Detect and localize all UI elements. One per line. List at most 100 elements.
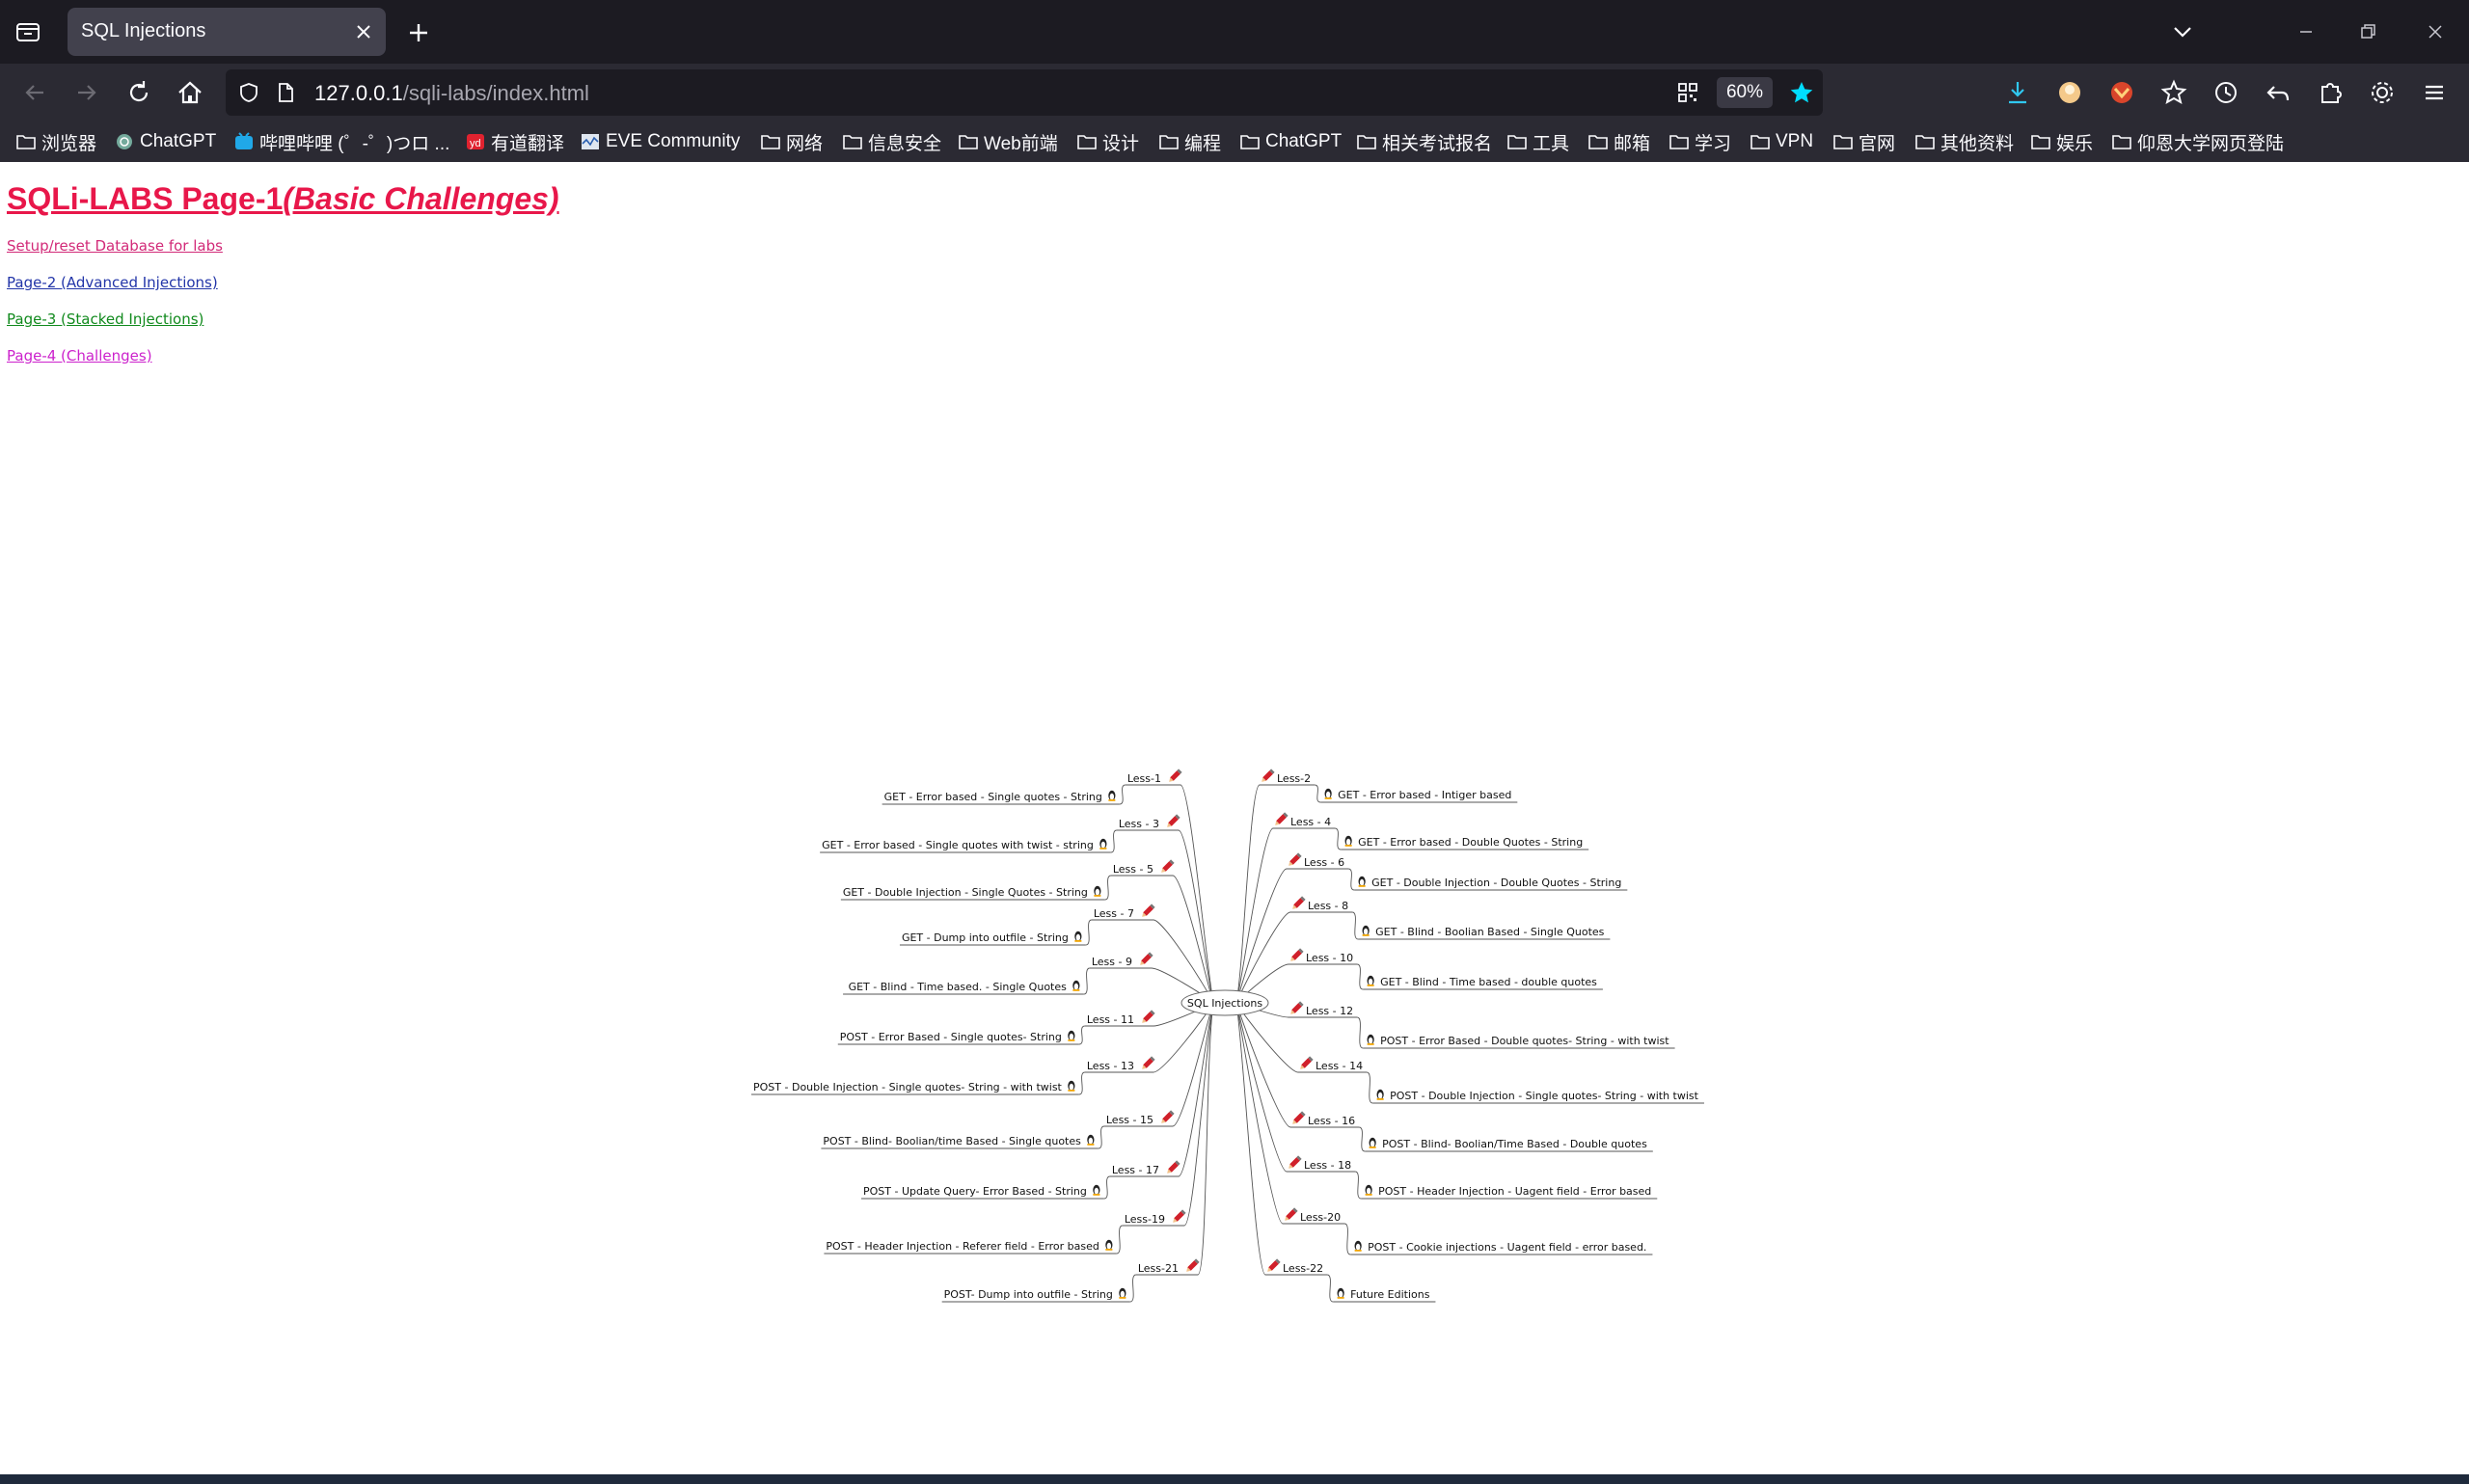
- challenge-title: POST - Update Query- Error Based - Strin…: [863, 1185, 1087, 1198]
- bookmark-item[interactable]: yd 有道翻译: [465, 129, 564, 154]
- challenge-title: POST - Error Based - Double quotes- Stri…: [1380, 1035, 1669, 1047]
- pencil-icon: [1140, 952, 1153, 965]
- extensions-puzzle-icon[interactable]: [2315, 77, 2346, 108]
- history-icon[interactable]: [2211, 77, 2241, 108]
- bookmark-item[interactable]: ChatGPT: [114, 129, 216, 154]
- favorites-icon[interactable]: [2158, 77, 2189, 108]
- close-icon[interactable]: [353, 21, 374, 42]
- bookmark-item[interactable]: 娱乐: [2030, 129, 2093, 154]
- penguin-icon: [1365, 1184, 1372, 1196]
- penguin-icon: [1376, 1089, 1384, 1100]
- sql-injections-mindmap: Less-1 GET - Error based - Single quotes …: [751, 769, 1704, 1303]
- lesson-label: Less - 18: [1304, 1159, 1351, 1172]
- penguin-icon: [1367, 975, 1374, 986]
- window-close-icon[interactable]: [2421, 17, 2450, 46]
- page-title-main: SQLi-LABS Page-1: [7, 181, 284, 216]
- penguin-icon: [1099, 838, 1107, 850]
- challenge-title: GET - Blind - Time based - double quotes: [1380, 976, 1597, 988]
- challenge-title: GET - Error based - Intiger based: [1338, 789, 1511, 801]
- bookmark-item[interactable]: 设计: [1076, 129, 1139, 154]
- bookmark-item[interactable]: ChatGPT: [1239, 129, 1342, 154]
- folder-icon: [1240, 135, 1260, 149]
- pencil-icon: [1161, 859, 1175, 873]
- lesson-label: Less - 4: [1290, 816, 1331, 828]
- challenge-title: POST - Double Injection - Single quotes-…: [1390, 1090, 1699, 1102]
- folder-icon: [1915, 135, 1935, 149]
- youdao-icon: yd: [467, 134, 484, 149]
- folder-icon: [1669, 135, 1689, 149]
- bookmark-item[interactable]: 编程: [1158, 129, 1221, 154]
- challenge-title: GET - Error based - Single quotes - Stri…: [884, 791, 1102, 803]
- mindmap-connector: [1235, 1002, 1284, 1225]
- mindmap-connector: [1366, 1071, 1373, 1104]
- menu-icon[interactable]: [2419, 77, 2450, 108]
- mindmap-connector: [1356, 963, 1364, 990]
- navigation-toolbar: 127.0.0.1/sqli-labs/index.html 60%: [0, 64, 2469, 121]
- page-2-link[interactable]: Page-2 (Advanced Injections): [7, 274, 218, 291]
- svg-text:yd: yd: [470, 138, 481, 149]
- qr-code-icon[interactable]: [1676, 81, 1699, 104]
- settings-gear-icon[interactable]: [2367, 77, 2398, 108]
- url-text[interactable]: 127.0.0.1/sqli-labs/index.html: [314, 81, 589, 106]
- bookmark-label: 仰恩大学网页登陆: [2137, 133, 2285, 154]
- bookmark-item[interactable]: 信息安全: [842, 129, 941, 154]
- restore-icon[interactable]: [2353, 17, 2382, 46]
- bookmark-item[interactable]: 其他资料: [1914, 129, 2014, 154]
- challenge-title: POST - Header Injection - Referer field …: [826, 1240, 1099, 1253]
- bookmark-item[interactable]: 浏览器: [15, 129, 96, 154]
- bookmark-item[interactable]: 哔哩哔哩 (゜-゜)つロ ...: [233, 129, 449, 154]
- mindmap-connector: [1078, 1071, 1086, 1095]
- bookmark-label: 邮箱: [1614, 133, 1651, 154]
- zoom-level-badge[interactable]: 60%: [1717, 77, 1773, 108]
- bookmark-item[interactable]: 仰恩大学网页登陆: [2111, 129, 2284, 154]
- bookmark-item[interactable]: 邮箱: [1587, 129, 1650, 154]
- mindmap-connector: [1078, 1025, 1086, 1045]
- bookmark-item[interactable]: 工具: [1506, 129, 1569, 154]
- page-content: Less-1 GET - Error based - Single quotes …: [0, 162, 2469, 1474]
- tab-sql-injections[interactable]: SQL Injections: [68, 8, 386, 56]
- url-host: 127.0.0.1: [314, 81, 403, 105]
- bookmark-label: 网络: [786, 133, 824, 154]
- bookmark-label: 相关考试报名: [1382, 133, 1493, 154]
- bookmark-label: 信息安全: [868, 133, 942, 154]
- mindmap-connector: [1172, 875, 1214, 1004]
- home-icon[interactable]: [175, 77, 205, 108]
- penguin-icon: [1119, 1287, 1126, 1299]
- address-bar[interactable]: 127.0.0.1/sqli-labs/index.html 60%: [226, 69, 1823, 116]
- bookmark-item[interactable]: VPN: [1750, 129, 1813, 154]
- folder-icon: [2031, 135, 2050, 149]
- page-4-link[interactable]: Page-4 (Challenges): [7, 347, 152, 364]
- shield-icon[interactable]: [237, 81, 260, 104]
- mindmap-connector: [1129, 1274, 1137, 1303]
- bookmark-item[interactable]: 网络: [760, 129, 823, 154]
- setup-reset-database-link[interactable]: Setup/reset Database for labs: [7, 237, 223, 255]
- pencil-icon: [1167, 1160, 1180, 1174]
- pencil-icon: [1142, 1010, 1155, 1023]
- forward-icon[interactable]: [71, 77, 102, 108]
- tab-list-icon[interactable]: [14, 17, 42, 46]
- pencil-icon: [1292, 1111, 1306, 1124]
- undo-icon[interactable]: [2263, 77, 2293, 108]
- download-icon[interactable]: [2002, 77, 2033, 108]
- bookmark-label: Web前端: [984, 133, 1058, 154]
- challenge-title: GET - Double Injection - Double Quotes -…: [1371, 877, 1621, 889]
- lesson-label: Less-2: [1277, 772, 1311, 785]
- penguin-icon: [1105, 1239, 1113, 1251]
- extension-fox-icon[interactable]: [2106, 77, 2137, 108]
- bookmark-item[interactable]: EVE Community: [580, 129, 740, 154]
- reload-icon[interactable]: [123, 77, 154, 108]
- page-3-link[interactable]: Page-3 (Stacked Injections): [7, 310, 203, 328]
- chevron-down-icon[interactable]: [2170, 19, 2195, 44]
- bookmark-item[interactable]: Web前端: [958, 129, 1058, 154]
- bookmark-item[interactable]: 官网: [1832, 129, 1895, 154]
- mindmap-connector: [1235, 827, 1274, 1004]
- bookmark-item[interactable]: 相关考试报名: [1356, 129, 1492, 154]
- new-tab-icon[interactable]: [405, 19, 432, 46]
- bookmark-star-icon[interactable]: [1788, 79, 1815, 106]
- extension-avatar-icon[interactable]: [2054, 77, 2085, 108]
- back-icon[interactable]: [19, 77, 50, 108]
- bookmark-item[interactable]: 学习: [1669, 129, 1731, 154]
- page-info-icon[interactable]: [274, 81, 297, 104]
- minimize-icon[interactable]: [2292, 17, 2320, 46]
- penguin-icon: [1369, 1137, 1376, 1148]
